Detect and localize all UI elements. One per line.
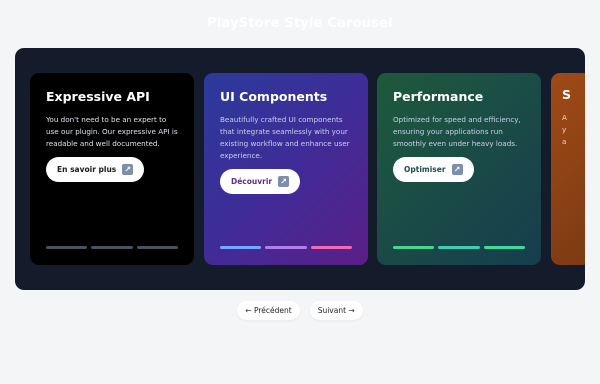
card-text-line: y bbox=[562, 125, 567, 134]
carousel[interactable]: Expressive API You don't need to be an e… bbox=[15, 48, 585, 290]
progress-segment bbox=[220, 246, 262, 249]
next-button[interactable]: Suivant → bbox=[309, 301, 363, 320]
progress-segment bbox=[136, 246, 178, 249]
card-title: Expressive API bbox=[46, 89, 150, 104]
card-description: Beautifully crafted UI components that i… bbox=[220, 115, 350, 160]
button-label: Optimiser bbox=[404, 165, 446, 174]
optimize-button[interactable]: Optimiser ↗ bbox=[393, 157, 474, 182]
card-title: S bbox=[562, 87, 572, 102]
button-label: Découvrir bbox=[231, 177, 273, 186]
button-label: En savoir plus bbox=[57, 165, 117, 174]
learn-more-button[interactable]: En savoir plus ↗ bbox=[46, 157, 145, 182]
progress-indicator bbox=[220, 246, 352, 249]
progress-segment bbox=[310, 246, 352, 249]
previous-button[interactable]: ← Précédent bbox=[237, 301, 300, 320]
card-text-line: a bbox=[562, 137, 567, 146]
discover-button[interactable]: Découvrir ↗ bbox=[220, 169, 301, 194]
progress-segment bbox=[265, 246, 307, 249]
arrow-up-right-icon: ↗ bbox=[451, 164, 463, 175]
progress-segment bbox=[483, 246, 525, 249]
progress-indicator bbox=[393, 246, 525, 249]
card-description: Optimized for speed and efficiency, ensu… bbox=[393, 115, 521, 148]
carousel-navigation: ← Précédent Suivant → bbox=[0, 301, 600, 320]
arrow-up-right-icon: ↗ bbox=[122, 164, 134, 175]
card-partial-next[interactable]: S A y a bbox=[551, 73, 585, 265]
page-title: PlayStore Style Carousel bbox=[207, 16, 393, 31]
arrow-up-right-icon: ↗ bbox=[278, 176, 290, 187]
card-description: A y a bbox=[562, 112, 585, 148]
progress-segment bbox=[393, 246, 435, 249]
card-text-line: A bbox=[562, 113, 567, 122]
card-title: Performance bbox=[393, 89, 484, 104]
progress-segment bbox=[91, 246, 133, 249]
card-expressive-api[interactable]: Expressive API You don't need to be an e… bbox=[30, 73, 194, 265]
card-performance[interactable]: Performance Optimized for speed and effi… bbox=[377, 73, 541, 265]
progress-segment bbox=[438, 246, 480, 249]
card-ui-components[interactable]: UI Components Beautifully crafted UI com… bbox=[204, 73, 368, 265]
progress-indicator bbox=[46, 246, 178, 249]
progress-segment bbox=[46, 246, 88, 249]
card-title: UI Components bbox=[220, 89, 328, 104]
card-description: You don't need to be an expert to use ou… bbox=[46, 115, 178, 148]
